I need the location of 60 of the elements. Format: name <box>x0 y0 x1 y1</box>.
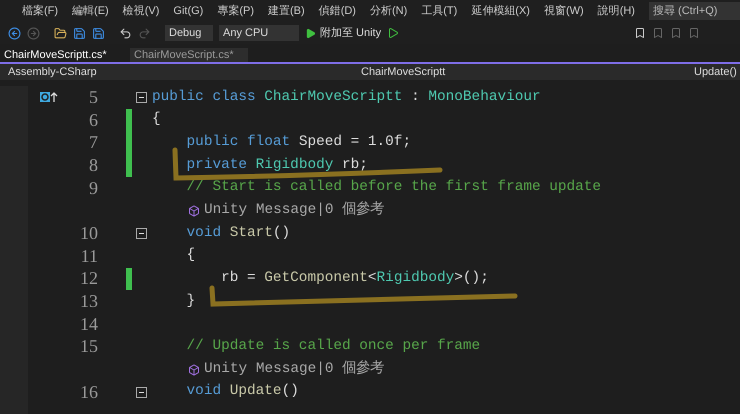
collapse-icon[interactable] <box>136 92 146 103</box>
cube-icon <box>188 204 200 217</box>
menu-item[interactable]: 編輯(E) <box>72 2 109 20</box>
line-number: 10 <box>80 222 98 243</box>
menu-item[interactable]: 專案(P) <box>217 2 254 20</box>
line-number: 9 <box>89 178 98 198</box>
project-dropdown[interactable]: Assembly-CSharp <box>0 64 345 80</box>
play-icon <box>305 28 316 38</box>
platform-dropdown[interactable]: Any CPU <box>219 25 299 41</box>
line-number: 16 <box>80 382 98 402</box>
line-number: 8 <box>89 154 98 175</box>
code-line: rb = GetComponent<Rigidbody>(); <box>220 269 489 288</box>
code-line: private Rigidbody rb; <box>186 156 368 175</box>
menu-item[interactable]: 視窗(W) <box>544 2 584 20</box>
save-icon[interactable] <box>73 26 86 40</box>
code-line: { <box>151 110 161 130</box>
menu-item[interactable]: 檢視(V) <box>122 2 160 20</box>
line-number: 14 <box>80 314 98 334</box>
cube-icon <box>188 364 200 376</box>
line-number: 15 <box>80 336 98 356</box>
collapse-icon[interactable] <box>136 386 146 398</box>
menu-item[interactable]: Git(G) <box>173 2 204 20</box>
menu-item[interactable]: 建置(B) <box>268 2 305 20</box>
back-icon[interactable] <box>8 26 21 40</box>
save-all-icon[interactable] <box>92 26 105 40</box>
menu-item[interactable]: 分析(N) <box>370 2 408 20</box>
menu-item[interactable]: 工具(T) <box>421 2 458 20</box>
undo-icon[interactable] <box>119 26 132 40</box>
folder-icon[interactable] <box>54 26 67 40</box>
code-line: void Update() <box>186 382 299 402</box>
codelens-text[interactable]: Unity Message|0 個參考 <box>204 358 384 380</box>
code-line: { <box>186 246 196 266</box>
bookmark-icon[interactable] <box>634 27 646 39</box>
line-number: 12 <box>80 268 98 288</box>
configuration-dropdown[interactable]: Debug <box>165 25 213 41</box>
codelens-marker-icon[interactable] <box>40 91 58 104</box>
attach-button[interactable]: 附加至 Unity <box>305 24 382 42</box>
type-dropdown[interactable]: ChairMoveScriptt <box>345 64 690 80</box>
line-number: 6 <box>89 110 98 130</box>
run-icon[interactable] <box>387 27 400 39</box>
code-line: } <box>186 292 196 311</box>
menu-item[interactable]: 偵錯(D) <box>318 2 356 20</box>
code-line: public class ChairMoveScriptt : MonoBehaviour <box>151 88 541 107</box>
member-dropdown[interactable]: Update() <box>690 64 740 80</box>
code-line: // Update is called once per frame <box>186 337 480 356</box>
collapse-icon[interactable] <box>136 228 146 239</box>
menu-item[interactable]: 說明(H) <box>598 2 635 20</box>
code-line: public float Speed = 1.0f; <box>186 132 412 152</box>
code-line: // Start is called before the first frame update <box>186 178 602 198</box>
line-number: 7 <box>89 132 98 152</box>
search-field[interactable]: 搜尋 (Ctrl+Q) <box>648 2 740 20</box>
code-line: void Start() <box>186 224 290 243</box>
file-tab[interactable]: ChairMoveScript.cs* <box>130 48 248 62</box>
line-number: 13 <box>80 291 98 312</box>
file-tab[interactable]: ChairMoveScriptt.cs* <box>0 48 130 62</box>
codelens-text[interactable]: Unity Message|0 個參考 <box>204 200 384 222</box>
line-number: 5 <box>89 86 98 107</box>
line-number: 11 <box>80 246 98 266</box>
menu-item[interactable]: 檔案(F) <box>22 2 58 20</box>
menu-item[interactable]: 延伸模組(X) <box>471 2 530 20</box>
